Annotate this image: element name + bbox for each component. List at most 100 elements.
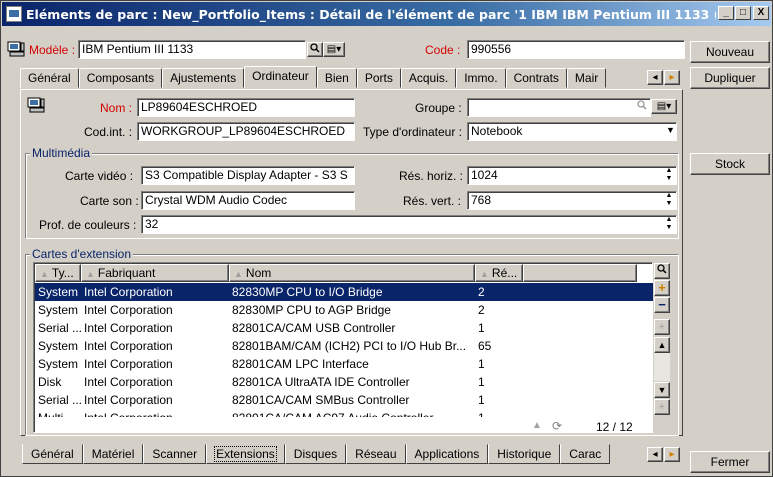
groupe-label: Groupe : [415, 101, 462, 115]
cell-name: 82830MP CPU to AGP Bridge [232, 303, 391, 317]
cell-maker: Intel Corporation [84, 339, 173, 353]
scroll-up-icon[interactable]: ▲ [654, 337, 670, 353]
tab-composants[interactable]: Composants [78, 68, 163, 88]
nom-label: Nom : [100, 101, 133, 115]
cell-name: 82830MP CPU to I/O Bridge [229, 283, 475, 301]
couleurs-spinner[interactable]: ▲ ▼ [663, 216, 675, 233]
cell-type: System [38, 303, 79, 317]
tab-ordinateur[interactable]: Ordinateur [244, 66, 317, 88]
cell-name: 82801CA/CAM USB Controller [232, 321, 396, 335]
cell-res: 1 [478, 357, 485, 371]
duplicate-button[interactable]: Dupliquer [690, 67, 770, 89]
refresh-icon[interactable]: ⟳ [552, 419, 562, 433]
tab-ajustements[interactable]: Ajustements [162, 68, 245, 88]
tab-scroll-right-icon[interactable]: ▸ [664, 70, 680, 85]
codint-field[interactable]: WORKGROUP_LP89604ESCHROED [137, 122, 355, 141]
column-header-fabriquant[interactable]: ▲ Fabriquant [81, 264, 229, 282]
couleurs-label: Prof. de couleurs : [39, 218, 137, 232]
resvert-field[interactable]: 768 [467, 191, 677, 210]
cell-name: 82801CA UltraATA IDE Controller [232, 375, 410, 389]
cell-res: 1 [478, 393, 485, 407]
zoom-in-icon[interactable]: + [654, 319, 670, 335]
cell-res: 1 [475, 409, 523, 417]
details-dropdown-icon[interactable]: ▤▾ [323, 42, 345, 57]
bottom-tab-r-seau[interactable]: Réseau [346, 444, 406, 464]
reshoriz-field[interactable]: 1024 [467, 166, 677, 185]
table-row[interactable]: Serial ... Intel Corporation 82801CA/CAM U… [35, 319, 653, 337]
bottom-tab-g-n-ral[interactable]: Général [22, 444, 83, 464]
close-button[interactable]: X [753, 6, 769, 20]
tab-immo-[interactable]: Immo. [456, 68, 506, 88]
extensions-table: System Intel Corporation 82830MP CPU to I/… [35, 283, 653, 417]
extensions-title: Cartes d'extension [30, 247, 134, 261]
new-button[interactable]: Nouveau [690, 41, 770, 63]
cell-maker: Intel Corporation [84, 357, 173, 371]
type-select[interactable]: Notebook [467, 122, 677, 141]
maximize-button[interactable]: □ [735, 6, 751, 20]
column-header-nom[interactable]: ▲ Nom [229, 264, 475, 282]
tab-acquis-[interactable]: Acquis. [400, 68, 457, 88]
groupe-search-icon[interactable] [634, 100, 650, 115]
table-row[interactable]: System Intel Corporation 82830MP CPU to AG… [35, 301, 653, 319]
modele-field[interactable]: IBM Pentium III 1133 [78, 40, 306, 59]
minimize-button[interactable]: _ [718, 6, 734, 20]
bottom-tab-label: Extensions [214, 446, 277, 462]
type-dropdown-icon[interactable]: ▼ [666, 125, 675, 135]
table-row[interactable]: System Intel Corporation 82801CAM LPC Inte… [35, 355, 653, 373]
groupe-field[interactable] [467, 98, 651, 117]
table-row[interactable]: Serial ... Intel Corporation 82801CA/CAM S… [35, 391, 653, 409]
groupe-dropdown-icon[interactable]: ▤▾ [651, 99, 677, 114]
table-row[interactable]: Disk Intel Corporation 82801CA UltraATA ID… [35, 373, 653, 391]
cell-res: 65 [478, 339, 492, 353]
search-icon[interactable] [307, 42, 323, 57]
column-header-type[interactable]: ▲ Ty... [35, 264, 81, 282]
zoom-out-icon[interactable]: + [654, 399, 670, 415]
bottom-tab-scroll-right-icon[interactable]: ▸ [664, 447, 680, 462]
title-bar[interactable]: Eléments de parc : New_Portfolio_Items :… [2, 2, 771, 26]
window-title: Eléments de parc : New_Portfolio_Items :… [26, 6, 716, 22]
bottom-tab-label: Historique [497, 447, 552, 461]
close-form-button[interactable]: Fermer [690, 451, 770, 473]
cell-type: System [38, 339, 79, 353]
tab-ports[interactable]: Ports [356, 68, 401, 88]
codint-label: Cod.int. : [84, 125, 133, 139]
cell-type: Multi... [35, 409, 81, 417]
stock-button[interactable]: Stock [690, 153, 770, 175]
table-row[interactable]: System Intel Corporation 82801BAM/CAM (ICH… [35, 337, 653, 355]
bottom-tab-label: Réseau [355, 447, 397, 461]
bottom-tab-extensions[interactable]: Extensions [206, 444, 285, 464]
cell-type: Serial ... [38, 321, 81, 335]
bottom-tab-scanner[interactable]: Scanner [143, 444, 207, 464]
resvert-spinner[interactable]: ▲ ▼ [663, 192, 675, 209]
bottom-tab-historique[interactable]: Historique [488, 444, 561, 464]
couleurs-field[interactable]: 32 [141, 215, 677, 234]
bottom-tab-carac[interactable]: Carac [560, 444, 611, 464]
tab-g-n-ral[interactable]: Général [20, 68, 79, 88]
son-field[interactable]: Crystal WDM Audio Codec [141, 191, 355, 210]
column-header-res[interactable]: ▲ Ré... [475, 264, 523, 282]
extensions-rows-viewport: System Intel Corporation 82830MP CPU to I/… [35, 283, 653, 417]
cell-type: System [35, 283, 81, 301]
bottom-tab-applications[interactable]: Applications [405, 444, 489, 464]
remove-row-icon[interactable]: − [654, 297, 670, 313]
table-row[interactable]: System Intel Corporation 82830MP CPU to I/… [35, 283, 653, 301]
vertical-scrollbar-track[interactable] [654, 353, 670, 381]
video-label: Carte vidéo : [65, 169, 134, 183]
table-row[interactable]: Multi...Intel Corporation82801CA/CAM AC9… [35, 409, 653, 417]
bottom-tab-mat-riel[interactable]: Matériel [82, 444, 144, 464]
cell-pad [523, 283, 653, 301]
scroll-down-icon[interactable]: ▼ [654, 382, 670, 398]
tab-contrats[interactable]: Contrats [505, 68, 567, 88]
code-field[interactable]: 990556 [467, 40, 685, 59]
reshoriz-spinner[interactable]: ▲ ▼ [663, 167, 675, 184]
bottom-tab-scroll-left-icon[interactable]: ◂ [647, 447, 663, 462]
bottom-tab-disques[interactable]: Disques [284, 444, 347, 464]
nom-field[interactable]: LP89604ESCHROED [137, 98, 355, 117]
cell-type: Disk [38, 375, 62, 389]
tab-scroll-left-icon[interactable]: ◂ [647, 70, 663, 85]
tab-mair[interactable]: Mair [566, 68, 607, 88]
video-field[interactable]: S3 Compatible Display Adapter - S3 S [141, 166, 355, 185]
list-search-icon[interactable] [654, 263, 670, 279]
tab-bien[interactable]: Bien [316, 68, 357, 88]
add-row-icon[interactable]: + [654, 280, 670, 296]
